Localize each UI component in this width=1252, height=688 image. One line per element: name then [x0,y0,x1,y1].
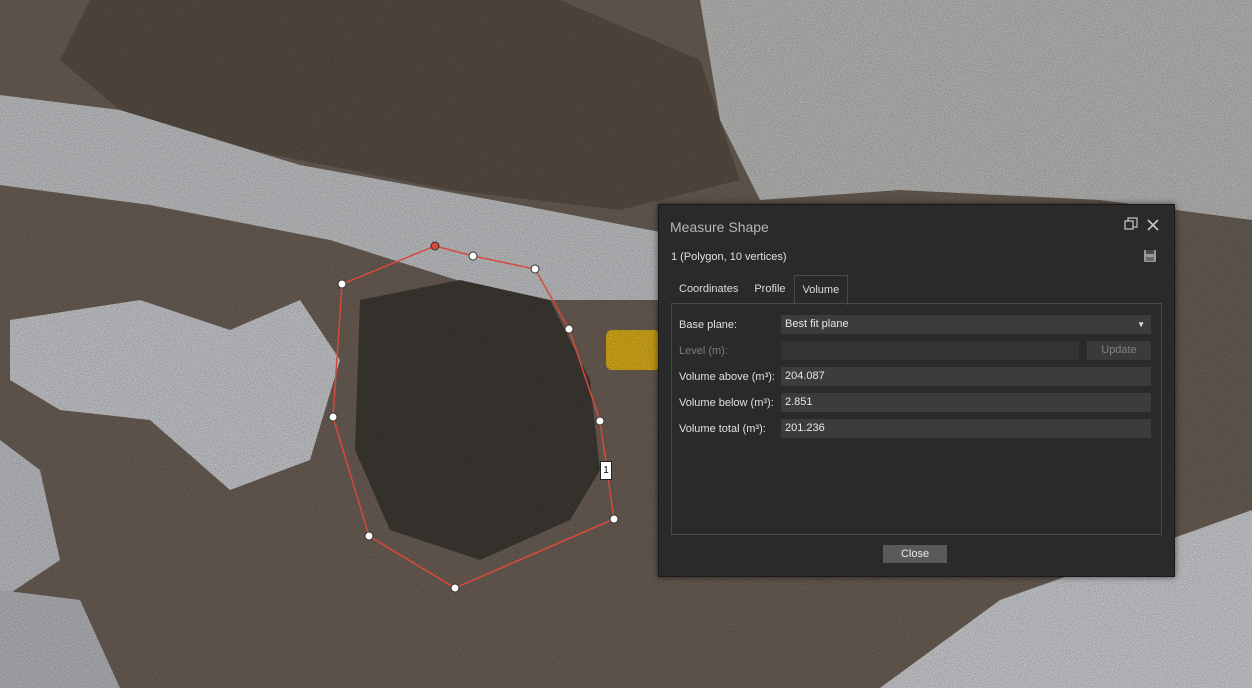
volume-below-label: Volume below (m³): [679,397,774,409]
polygon-vertex[interactable] [609,514,619,524]
volume-above-field[interactable]: 204.087 [781,367,1151,386]
shape-subtitle: 1 (Polygon, 10 vertices) [671,251,787,263]
update-button[interactable]: Update [1087,341,1151,360]
polygon-vertex[interactable] [468,251,478,261]
dialog-title: Measure Shape [670,219,769,235]
level-input[interactable] [781,341,1079,360]
level-label: Level (m): [679,345,728,357]
base-plane-label: Base plane: [679,319,738,331]
measure-shape-dialog: Measure Shape 1 (Polygon, 10 vertices) C… [658,204,1175,577]
base-plane-select[interactable]: Best fit plane ▼ [781,315,1151,334]
polygon-vertex[interactable] [564,324,574,334]
polygon-vertex[interactable] [530,264,540,274]
volume-total-field[interactable]: 201.236 [781,419,1151,438]
polygon-vertex-active[interactable] [430,241,440,251]
polygon-vertex[interactable] [364,531,374,541]
tab-volume[interactable]: Volume [793,275,849,305]
volume-above-label: Volume above (m³): [679,371,775,383]
close-button[interactable]: Close [883,545,947,563]
restore-window-icon[interactable] [1122,217,1140,235]
close-icon[interactable] [1144,217,1162,235]
volume-below-field[interactable]: 2.851 [781,393,1151,412]
polygon-vertex[interactable] [337,279,347,289]
save-icon[interactable] [1143,249,1157,263]
polygon-label: 1 [600,461,612,480]
polygon-vertex[interactable] [328,412,338,422]
polygon-vertex[interactable] [450,583,460,593]
tab-profile[interactable]: Profile [746,275,793,303]
volume-total-label: Volume total (m³): [679,423,766,435]
chevron-down-icon: ▼ [1137,320,1145,329]
base-plane-value: Best fit plane [785,318,849,330]
dialog-tabs: Coordinates Profile Volume [671,275,849,305]
polygon-vertex[interactable] [595,416,605,426]
tab-coordinates[interactable]: Coordinates [671,275,746,303]
